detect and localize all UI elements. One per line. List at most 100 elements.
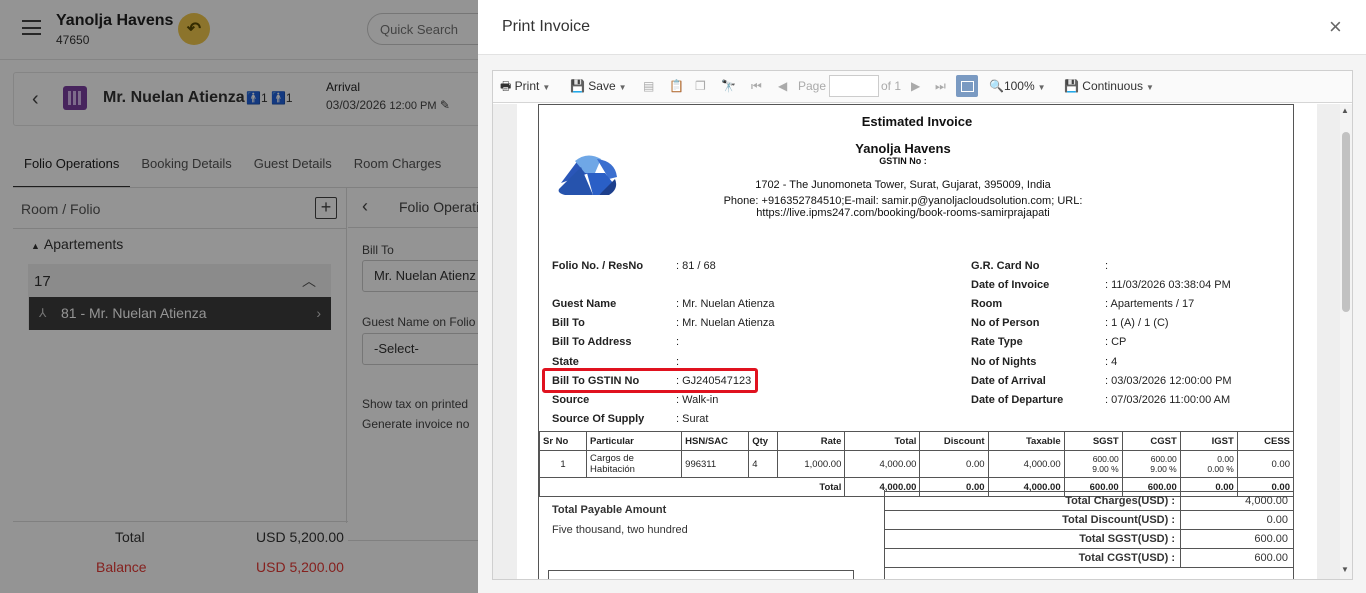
page-label: Page: [798, 79, 827, 93]
cell-hsn: 996311: [681, 450, 750, 478]
scrollbar-thumb[interactable]: [1342, 132, 1350, 312]
cell-discount: 0.00: [919, 450, 989, 478]
summary-row: Total Charges(USD) :4,000.00: [884, 491, 1294, 511]
save-label: Save: [588, 79, 616, 93]
cgst-amount: 600.00: [1150, 454, 1177, 464]
print-invoice-dialog: Print Invoice × 🖶 Print ▼ 💾 Save ▼ ▤ 📋 ❐ 🔭…: [478, 0, 1366, 593]
page-number-input[interactable]: [829, 75, 879, 97]
save-icon: 💾: [570, 79, 585, 93]
report-viewer: 🖶 Print ▼ 💾 Save ▼ ▤ 📋 ❐ 🔭 ⏮ ◀ Page of 1 ▶…: [492, 70, 1353, 580]
col-header: Total: [844, 431, 921, 451]
first-page-icon[interactable]: ⏮: [751, 71, 762, 102]
contact-line-1: Phone: +916352784510;E-mail: samir.p@yan…: [723, 195, 1083, 207]
field-label: Room: [971, 298, 1003, 310]
cell-sgst: 600.00 9.00 %: [1063, 450, 1123, 478]
totals-block: Total Payable Amount Five thousand, two …: [539, 490, 1294, 579]
modal-backdrop[interactable]: [0, 0, 478, 593]
col-header: IGST: [1179, 431, 1238, 451]
field-value: : 03/03/2026 12:00:00 PM: [1105, 375, 1232, 387]
close-icon[interactable]: ×: [1329, 16, 1342, 38]
vertical-scrollbar[interactable]: ▲ ▼: [1340, 104, 1352, 579]
field-value: : Mr. Nuelan Atienza: [676, 317, 775, 329]
field-value: : Mr. Nuelan Atienza: [676, 298, 775, 310]
zoom-icon: 🔍: [989, 79, 1004, 93]
charges-table: Sr No Particular HSN/SAC Qty Rate Total …: [538, 431, 1295, 497]
field-label: Date of Departure: [971, 394, 1064, 406]
clipboard-icon[interactable]: 📋: [669, 71, 684, 102]
summary-table: Total Charges(USD) :4,000.00 Total Disco…: [884, 491, 1294, 568]
col-header: Qty: [748, 431, 779, 451]
field-value: : Surat: [676, 413, 709, 425]
field-label: Bill To Address: [552, 336, 632, 348]
cell-rate: 1,000.00: [777, 450, 846, 478]
field-label: Date of Invoice: [971, 279, 1050, 291]
scroll-up-icon[interactable]: ▲: [1341, 106, 1349, 115]
document-icon[interactable]: ▤: [643, 71, 654, 102]
invoice-hotel-address: 1702 - The Junomoneta Tower, Surat, Guja…: [755, 179, 1051, 191]
find-icon[interactable]: 🔭: [721, 71, 736, 102]
view-mode-label: Continuous: [1082, 79, 1144, 93]
document-area[interactable]: Estimated Invoice Yanolja Havens GSTIN N…: [493, 104, 1340, 579]
col-header: CESS: [1236, 431, 1295, 451]
field-value: : 07/03/2026 11:00:00 AM: [1105, 394, 1231, 406]
table-header-row: Sr No Particular HSN/SAC Qty Rate Total …: [538, 431, 1295, 451]
cell-cgst: 600.00 9.00 %: [1121, 450, 1181, 478]
caret-down-icon: ▼: [1037, 83, 1046, 92]
print-button[interactable]: 🖶 Print ▼: [500, 71, 550, 102]
field-value: : CP: [1105, 336, 1127, 348]
field-label: Guest Name: [552, 298, 617, 310]
single-page-view-icon[interactable]: [956, 75, 978, 97]
field-label: Source Of Supply: [552, 413, 645, 425]
save-button[interactable]: 💾 Save ▼: [570, 71, 627, 102]
dialog-title: Print Invoice: [502, 18, 591, 35]
sgst-percent: 9.00 %: [1092, 464, 1119, 474]
field-value: :: [676, 356, 680, 368]
field-label: State: [552, 356, 579, 368]
prev-page-icon[interactable]: ◀: [778, 71, 787, 102]
summary-row: Total CGST(USD) :600.00: [884, 548, 1294, 568]
summary-label: Total CGST(USD) :: [884, 548, 1181, 568]
summary-value: 0.00: [1180, 510, 1294, 530]
invoice-hotel-gstin: GSTIN No :: [879, 156, 927, 166]
summary-value: 4,000.00: [1180, 491, 1294, 511]
total-payable-words: Five thousand, two hundred: [552, 524, 688, 536]
last-page-icon[interactable]: ⏭: [935, 71, 946, 102]
field-value: : 81 / 68: [676, 260, 716, 272]
view-mode-button[interactable]: 💾 Continuous ▼: [1064, 71, 1154, 102]
summary-value: 600.00: [1180, 529, 1294, 549]
col-header: Taxable: [987, 431, 1065, 451]
invoice-title: Estimated Invoice: [861, 114, 973, 129]
field-label: G.R. Card No: [971, 260, 1040, 272]
invoice-page: Estimated Invoice Yanolja Havens GSTIN N…: [517, 104, 1317, 579]
field-value: :: [676, 336, 680, 348]
summary-label: Total SGST(USD) :: [884, 529, 1181, 549]
caret-down-icon: ▼: [1146, 83, 1154, 92]
invoice-frame: Estimated Invoice Yanolja Havens GSTIN N…: [538, 104, 1295, 579]
field-value: : 4: [1105, 356, 1118, 368]
cell-qty: 4: [748, 450, 779, 478]
field-label: No of Person: [971, 317, 1040, 329]
cell-total: 4,000.00: [844, 450, 921, 478]
field-label: No of Nights: [971, 356, 1037, 368]
sgst-amount: 600.00: [1092, 454, 1119, 464]
zoom-value: 100%: [1003, 79, 1035, 93]
zoom-button[interactable]: 🔍100% ▼: [989, 71, 1046, 102]
next-page-icon[interactable]: ▶: [911, 71, 920, 102]
printer-icon: 🖶: [500, 79, 512, 93]
summary-label: Total Charges(USD) :: [884, 491, 1181, 511]
field-label: Bill To: [552, 317, 585, 329]
copy-icon[interactable]: ❐: [695, 71, 706, 102]
col-header: Sr No: [538, 431, 588, 451]
field-label: Folio No. / ResNo: [552, 260, 644, 272]
scroll-down-icon[interactable]: ▼: [1341, 565, 1349, 574]
field-value: : 1 (A) / 1 (C): [1105, 317, 1169, 329]
caret-down-icon: ▼: [542, 83, 551, 92]
field-value: : 11/03/2026 03:38:04 PM: [1105, 279, 1231, 291]
dialog-header: Print Invoice ×: [478, 0, 1366, 55]
summary-label: Total Discount(USD) :: [884, 510, 1181, 530]
field-value: :: [1105, 260, 1109, 272]
caret-down-icon: ▼: [618, 83, 627, 92]
view-mode-icon: 💾: [1064, 79, 1079, 93]
igst-amount: 0.00: [1217, 454, 1234, 464]
cgst-percent: 9.00 %: [1150, 464, 1177, 474]
